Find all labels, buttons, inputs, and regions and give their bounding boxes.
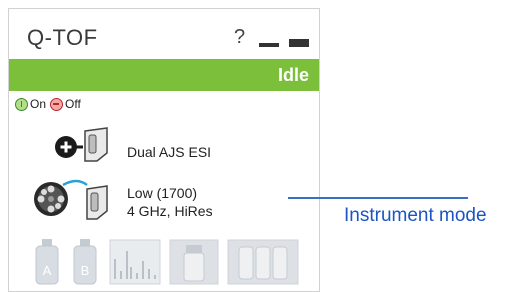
help-button[interactable]: ? — [234, 26, 245, 49]
status-text: Idle — [277, 65, 309, 85]
ion-source-label: Dual AJS ESI — [127, 144, 212, 160]
instrument-mode-line1: Low (1700) — [127, 185, 198, 201]
annotation-callout-line — [288, 197, 468, 199]
power-on-icon[interactable] — [15, 97, 28, 111]
ion-source-icon[interactable] — [53, 125, 113, 165]
instrument-title: Q-TOF — [27, 25, 98, 50]
off-label[interactable]: Off — [65, 97, 81, 111]
bottle-a-letter: A — [43, 263, 52, 278]
instrument-panel: Q-TOF ? Idle On Off Dual AJS ESI Low (17… — [8, 8, 320, 292]
minimize-icon — [259, 43, 279, 47]
bottle-b-letter: B — [81, 263, 90, 278]
title-bar: Q-TOF ? — [9, 9, 319, 59]
power-off-icon[interactable] — [50, 97, 64, 111]
vial-icon[interactable] — [169, 239, 219, 285]
status-bar: Idle — [9, 59, 319, 91]
bottle-b-icon[interactable]: B — [71, 237, 99, 287]
spectrum-icon[interactable] — [109, 239, 161, 285]
bottle-a-icon[interactable]: A — [33, 237, 61, 287]
annotation-label: Instrument mode — [344, 205, 487, 226]
vial-tray-icon[interactable] — [227, 239, 299, 285]
instrument-mode-line2: 4 GHz, HiRes — [127, 203, 213, 219]
instrument-mode-icon[interactable] — [29, 175, 111, 223]
minimize-button[interactable] — [259, 31, 283, 47]
maximize-button[interactable] — [289, 31, 313, 47]
on-label[interactable]: On — [30, 97, 46, 111]
maximize-icon — [289, 39, 309, 47]
power-controls: On Off — [15, 97, 81, 111]
